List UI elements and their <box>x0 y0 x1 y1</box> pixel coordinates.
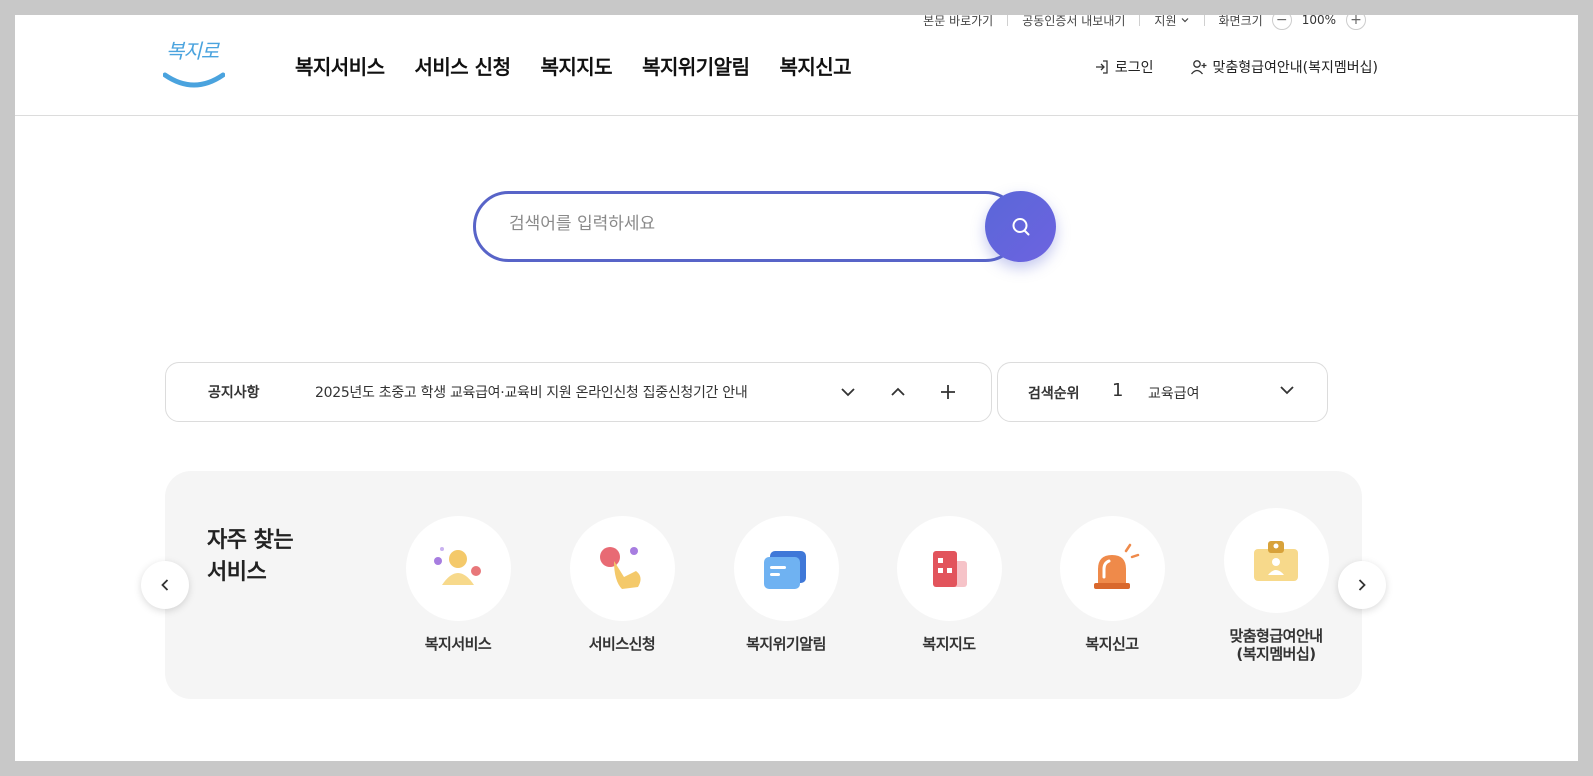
search-icon <box>1012 217 1029 235</box>
quick-item-circle <box>1059 516 1165 621</box>
nav-item-welfare-service[interactable]: 복지서비스 <box>295 51 385 80</box>
divider <box>1203 15 1205 26</box>
skip-to-content-link[interactable]: 본문 바로가기 <box>923 15 993 29</box>
quick-next-button[interactable] <box>1338 561 1386 609</box>
notice-next-button[interactable] <box>836 380 860 404</box>
quick-item-circle <box>569 516 675 621</box>
logo[interactable]: 복지로 <box>163 35 225 91</box>
zoom-in-button[interactable]: + <box>1346 15 1366 30</box>
quick-item-label-line2: (복지멤버십) <box>1236 645 1316 663</box>
chevron-up-icon <box>891 387 905 396</box>
chevron-down-icon <box>1280 386 1294 395</box>
chevron-left-icon <box>161 579 169 591</box>
people-icon <box>434 546 481 585</box>
notice-title: 공지사항 <box>208 385 260 401</box>
search-button[interactable] <box>985 191 1056 262</box>
notice-bar: 공지사항 2025년도 초중고 학생 교육급여·교육비 지원 온라인신청 집중신… <box>165 362 992 422</box>
ranking-keyword[interactable]: 교육급여 <box>1148 383 1200 403</box>
logo-text: 복지로 <box>166 39 219 63</box>
nav-item-service-apply[interactable]: 서비스 신청 <box>415 51 511 80</box>
page: 본문 바로가기 공동인증서 내보내기 지원 화면크기 − 100% + 복지로 … <box>15 15 1578 761</box>
quick-services: 자주 찾는 서비스 복지서비스 서비스신청 복지위기알림 복지지도 복지신고 맞… <box>165 471 1362 699</box>
cert-export-link[interactable]: 공동인증서 내보내기 <box>1022 15 1125 29</box>
login-link[interactable]: 로그인 <box>1094 57 1154 77</box>
quick-item-circle <box>733 516 839 621</box>
chevron-right-icon <box>1358 579 1366 591</box>
utility-bar: 본문 바로가기 공동인증서 내보내기 지원 화면크기 − 100% + <box>923 15 1366 31</box>
nav-item-welfare-report[interactable]: 복지신고 <box>779 51 851 80</box>
zoom-value: 100% <box>1301 15 1336 27</box>
quick-prev-button[interactable] <box>141 561 189 609</box>
zoom-out-button[interactable]: − <box>1271 15 1292 30</box>
language-dropdown[interactable]: 지원 <box>1154 15 1189 29</box>
quick-item-welfare-map[interactable]: 복지지도 <box>874 516 1024 653</box>
quick-item-welfare-service[interactable]: 복지서비스 <box>383 516 533 653</box>
quick-item-service-apply[interactable]: 서비스신청 <box>547 516 697 653</box>
chevron-down-icon <box>841 388 855 397</box>
quick-item-label: 맞춤형급여안내 (복지멤버십) <box>1201 627 1351 663</box>
quick-item-label: 복지신고 <box>1085 635 1139 653</box>
search-area <box>473 191 1057 262</box>
zoom-label: 화면크기 <box>1218 15 1263 28</box>
nav-item-crisis-alert[interactable]: 복지위기알림 <box>642 51 750 80</box>
quick-item-label: 복지위기알림 <box>746 635 826 653</box>
notice-text[interactable]: 2025년도 초중고 학생 교육급여·교육비 지원 온라인신청 집중신청기간 안… <box>315 382 748 402</box>
siren-icon <box>1094 543 1140 589</box>
plus-icon <box>941 385 955 399</box>
membership-label: 맞춤형급여안내(복지멤버십) <box>1212 60 1378 76</box>
membership-link[interactable]: 맞춤형급여안내(복지멤버십) <box>1190 57 1378 77</box>
quick-item-label-line1: 맞춤형급여안내 <box>1229 627 1323 645</box>
quick-item-label: 서비스신청 <box>588 635 656 653</box>
quick-item-welfare-report[interactable]: 복지신고 <box>1037 516 1187 653</box>
login-icon <box>1095 60 1108 74</box>
user-add-icon <box>1190 60 1207 75</box>
quick-item-label: 복지서비스 <box>424 635 492 653</box>
quick-item-crisis-alert[interactable]: 복지위기알림 <box>711 516 861 653</box>
search-input[interactable] <box>509 209 949 239</box>
ranking-title: 검색순위 <box>1028 386 1080 402</box>
language-label: 지원 <box>1154 15 1177 28</box>
hand-pointer-icon <box>600 546 641 589</box>
notice-prev-button[interactable] <box>886 380 910 404</box>
quick-title: 자주 찾는 서비스 <box>207 525 294 589</box>
divider <box>1139 15 1141 26</box>
quick-item-circle <box>896 516 1002 621</box>
quick-title-line2: 서비스 <box>207 560 267 585</box>
quick-title-line1: 자주 찾는 <box>207 528 294 553</box>
document-icon <box>764 550 806 589</box>
chevron-down-icon <box>1181 18 1188 23</box>
notice-controls <box>836 380 960 404</box>
ranking-number: 1 <box>1112 380 1124 401</box>
header: 본문 바로가기 공동인증서 내보내기 지원 화면크기 − 100% + 복지로 … <box>15 15 1578 116</box>
quick-item-circle <box>1223 508 1329 613</box>
main-nav: 복지서비스 서비스 신청 복지지도 복지위기알림 복지신고 <box>295 51 852 80</box>
search-ranking: 검색순위 1 교육급여 <box>997 362 1328 422</box>
id-card-icon <box>1254 540 1298 581</box>
header-actions: 로그인 맞춤형급여안내(복지멤버십) <box>1094 57 1378 77</box>
building-icon <box>933 550 967 587</box>
login-label: 로그인 <box>1114 60 1154 76</box>
quick-item-circle <box>405 516 511 621</box>
divider <box>1007 15 1009 26</box>
quick-item-membership[interactable]: 맞춤형급여안내 (복지멤버십) <box>1201 508 1351 663</box>
quick-item-label: 복지지도 <box>922 635 976 653</box>
ranking-expand-button[interactable] <box>1278 381 1296 403</box>
logo-smile-icon <box>163 72 225 88</box>
nav-item-welfare-map[interactable]: 복지지도 <box>540 51 612 80</box>
notice-more-button[interactable] <box>936 380 960 404</box>
